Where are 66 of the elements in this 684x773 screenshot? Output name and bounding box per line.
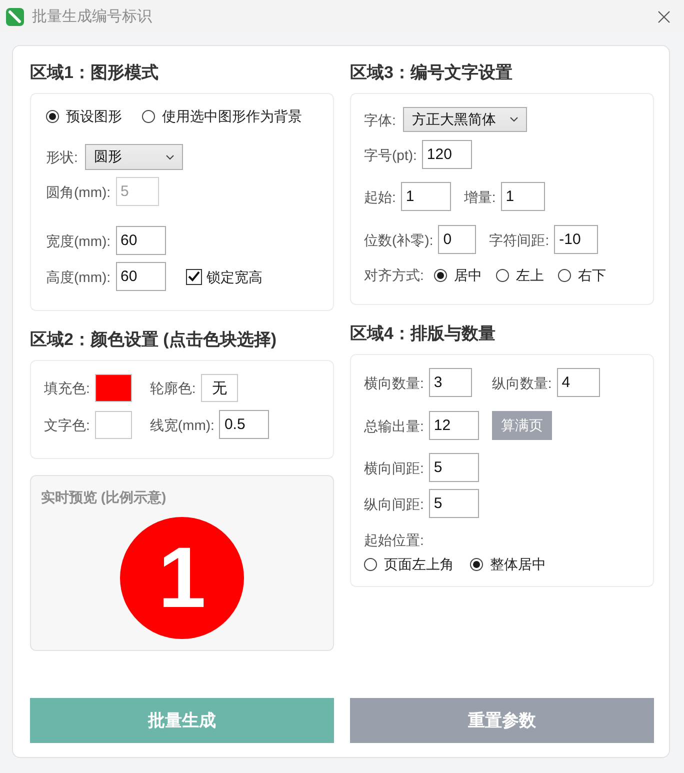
shape-select[interactable]: 圆形 <box>84 144 183 170</box>
field-label: 起始位置: <box>364 531 424 550</box>
text-input[interactable]: 12 <box>428 411 479 440</box>
radio-button[interactable] <box>558 268 571 282</box>
field-label: 字号(pt): <box>364 146 417 164</box>
field-label: 填充色: <box>44 379 90 398</box>
field-label: 纵向间距: <box>364 494 424 514</box>
text-input[interactable]: 3 <box>428 368 472 397</box>
text-input[interactable]: 60 <box>116 262 166 291</box>
field-label: 起始: <box>364 188 396 206</box>
radio-label: 页面左上角 <box>384 555 454 574</box>
section-title: 区域4：排版与数量 <box>350 323 496 345</box>
text-input[interactable]: 60 <box>116 226 166 255</box>
field-label: 增量: <box>464 188 496 206</box>
section-title: 区域2：颜色设置 (点击色块选择) <box>30 329 276 351</box>
radio-label: 使用选中图形作为背景 <box>162 107 302 126</box>
field-label: 横向数量: <box>364 374 424 392</box>
radio-button[interactable] <box>142 110 155 122</box>
text-input[interactable]: 1 <box>500 182 545 211</box>
field-label: 形状: <box>46 148 78 167</box>
lock-checkbox[interactable] <box>186 268 202 284</box>
color-swatch[interactable]: 无 <box>200 374 238 402</box>
section-title: 区域3：编号文字设置 <box>350 62 512 84</box>
text-input[interactable]: 1 <box>400 182 451 211</box>
color-swatch[interactable] <box>94 374 132 402</box>
radio-button[interactable] <box>46 110 59 122</box>
field-label: 对齐方式: <box>364 266 424 285</box>
app-icon <box>6 8 24 26</box>
radio-button[interactable] <box>496 268 509 282</box>
close-icon <box>658 10 670 22</box>
field-label: 高度(mm): <box>46 268 111 286</box>
text-input[interactable]: 0 <box>438 225 476 254</box>
chevron-icon <box>510 117 518 122</box>
text-input[interactable]: 120 <box>422 140 472 169</box>
field-label: 位数(补零): <box>364 230 434 250</box>
numbered-circle: 1 <box>120 517 244 639</box>
field-label: 宽度(mm): <box>46 232 111 250</box>
field-label: 纵向数量: <box>492 374 552 392</box>
radio-label: 居中 <box>454 266 482 285</box>
field-label: 横向间距: <box>364 458 424 478</box>
radio-label: 整体居中 <box>490 555 546 574</box>
text-input[interactable]: 5 <box>428 489 479 518</box>
field-label: 总输出量: <box>364 416 424 436</box>
field-label: 字体: <box>364 110 396 130</box>
font-select[interactable]: 方正大黑简体 <box>402 107 527 132</box>
chevron-icon <box>166 154 174 160</box>
radio-label: 预设图形 <box>66 107 122 126</box>
text-input[interactable]: 4 <box>556 368 600 397</box>
radio-label: 右下 <box>578 266 606 285</box>
radio-button[interactable] <box>364 558 377 570</box>
field-label: 轮廓色: <box>150 379 196 398</box>
field-label: 文字色: <box>44 416 90 434</box>
radio-label: 左上 <box>516 266 544 285</box>
preview-title: 实时预览 (比例示意) <box>41 488 166 507</box>
text-input[interactable]: -10 <box>554 225 598 254</box>
window-title: 批量生成编号标识 <box>32 7 152 26</box>
field-label: 圆角(mm): <box>46 182 111 202</box>
field-label: 线宽(mm): <box>150 416 214 434</box>
radio-button[interactable] <box>470 558 483 570</box>
section-title: 区域1：图形模式 <box>30 62 158 84</box>
radio-button[interactable] <box>434 268 447 282</box>
field-label: 字符间距: <box>489 230 550 250</box>
color-swatch[interactable] <box>94 410 132 438</box>
checkbox-label: 锁定宽高 <box>206 268 263 286</box>
text-input[interactable]: 0.5 <box>219 410 270 439</box>
text-input[interactable]: 5 <box>428 453 479 482</box>
